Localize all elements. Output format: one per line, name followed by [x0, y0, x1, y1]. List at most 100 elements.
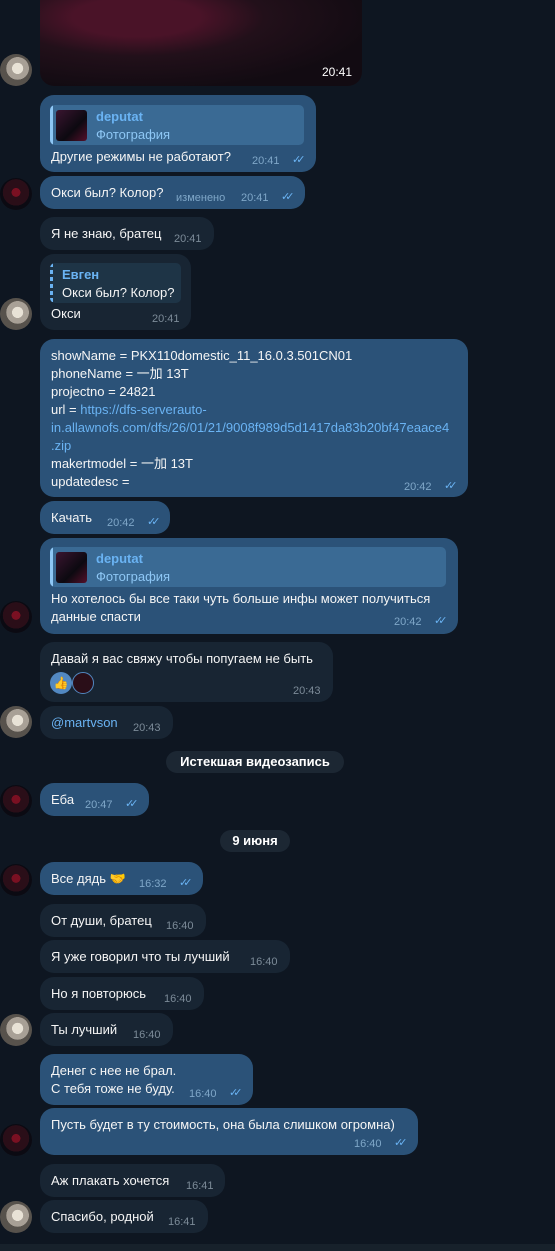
- message-text: Другие режимы не работают?: [51, 149, 231, 164]
- reply-author: Евген: [62, 267, 100, 282]
- message-bubble[interactable]: Пусть будет в ту стоимость, она была сли…: [40, 1108, 418, 1155]
- message-bubble[interactable]: От души, братец 16:40: [40, 904, 206, 937]
- message-line: Но хотелось бы все таки чуть больше инфы…: [51, 591, 431, 606]
- message-time: 16:40: [189, 1088, 217, 1100]
- double-check-icon: ✓✓: [147, 516, 161, 528]
- message-bubble[interactable]: Евген Окси был? Колор? Окси 20:41: [40, 254, 191, 330]
- message-bubble[interactable]: Денег с нее не брал. С тебя тоже не буду…: [40, 1054, 253, 1105]
- message-time: 20:41: [152, 313, 180, 325]
- edited-label: изменено: [176, 192, 226, 204]
- message-time: 16:40: [354, 1138, 382, 1150]
- avatar[interactable]: [0, 178, 32, 210]
- message-line: данные спасти: [51, 609, 141, 624]
- avatar[interactable]: [0, 1124, 32, 1156]
- message-time: 16:41: [186, 1180, 214, 1192]
- message-time: 20:41: [252, 155, 280, 167]
- message-bubble[interactable]: Качать 20:42 ✓✓: [40, 501, 170, 534]
- message-text: Аж плакать хочется: [51, 1173, 170, 1188]
- message-line: Денег с нее не брал.: [51, 1063, 177, 1078]
- message-bubble[interactable]: @martvson 20:43: [40, 706, 173, 739]
- message-time: 20:41: [174, 233, 202, 245]
- avatar[interactable]: [0, 1014, 32, 1046]
- url-link[interactable]: .zip: [51, 437, 71, 455]
- message-bubble[interactable]: Давай я вас свяжу чтобы попугаем не быть…: [40, 642, 333, 702]
- message-time: 16:40: [164, 993, 192, 1005]
- message-time: 20:43: [133, 722, 161, 734]
- message-line: makertmodel = 一加 13T: [51, 456, 193, 471]
- message-text: Пусть будет в ту стоимость, она была сли…: [51, 1117, 395, 1132]
- message-time: 20:42: [404, 481, 432, 493]
- message-bubble[interactable]: Ты лучший 16:40: [40, 1013, 173, 1046]
- message-text: Качать: [51, 510, 92, 525]
- message-text: Я уже говорил что ты лучший: [51, 949, 230, 964]
- message-text: Все дядь 🤝: [51, 871, 126, 886]
- reply-author: deputat: [96, 109, 143, 124]
- message-time: 16:40: [250, 956, 278, 968]
- avatar[interactable]: [0, 1201, 32, 1233]
- message-line: С тебя тоже не буду.: [51, 1081, 175, 1096]
- message-bubble[interactable]: Аж плакать хочется 16:41: [40, 1164, 225, 1197]
- message-line: updatedesc =: [51, 474, 130, 489]
- message-bubble[interactable]: Окси был? Колор? изменено 20:41 ✓✓: [40, 176, 305, 209]
- double-check-icon: ✓✓: [125, 798, 139, 810]
- double-check-icon: ✓✓: [444, 480, 458, 492]
- message-bubble[interactable]: Но я повторюсь 16:40: [40, 977, 204, 1010]
- message-line: phoneName = 一加 13T: [51, 366, 189, 381]
- message-bubble[interactable]: deputat Фотография Другие режимы не рабо…: [40, 95, 316, 172]
- message-text: Ты лучший: [51, 1022, 118, 1037]
- reply-preview[interactable]: deputat Фотография: [50, 547, 446, 587]
- message-time: 16:40: [133, 1029, 161, 1041]
- message-time: 20:41: [241, 192, 269, 204]
- message-text: Я не знаю, братец: [51, 226, 162, 241]
- message-text: Окси был? Колор?: [51, 185, 164, 200]
- reply-text: Окси был? Колор?: [62, 285, 175, 300]
- avatar[interactable]: [0, 864, 32, 896]
- message-text: От души, братец: [51, 913, 152, 928]
- message-time: 20:42: [107, 517, 135, 529]
- reply-preview[interactable]: deputat Фотография: [50, 105, 304, 145]
- message-bubble[interactable]: Я не знаю, братец 20:41: [40, 217, 214, 250]
- message-line: showName = PKX110domestic_11_16.0.3.501C…: [51, 348, 353, 363]
- avatar[interactable]: [0, 298, 32, 330]
- service-message: Истекшая видеозапись: [166, 751, 344, 773]
- composer-edge: [0, 1244, 555, 1251]
- reply-author: deputat: [96, 551, 143, 566]
- message-line: url = https://dfs-serverauto-: [51, 401, 207, 419]
- avatar[interactable]: [0, 54, 32, 86]
- message-time: 20:43: [293, 685, 321, 697]
- photo-thumbnail: [56, 110, 87, 141]
- message-time: 20:47: [85, 799, 113, 811]
- avatar[interactable]: [0, 706, 32, 738]
- message-bubble[interactable]: Спасибо, родной 16:41: [40, 1200, 208, 1233]
- message-time: 16:40: [166, 920, 194, 932]
- url-link[interactable]: in.allawnofs.com/dfs/26/01/21/9008f989d5…: [51, 419, 449, 437]
- avatar[interactable]: [0, 785, 32, 817]
- message-bubble[interactable]: Все дядь 🤝 16:32 ✓✓: [40, 862, 203, 895]
- reply-text: Фотография: [96, 569, 171, 584]
- double-check-icon: ✓✓: [281, 191, 295, 203]
- message-bubble[interactable]: Еба 20:47 ✓✓: [40, 783, 149, 816]
- message-bubble[interactable]: showName = PKX110domestic_11_16.0.3.501C…: [40, 339, 468, 497]
- photo-thumbnail: [56, 552, 87, 583]
- message-time: 16:41: [168, 1216, 196, 1228]
- avatar[interactable]: [0, 601, 32, 633]
- double-check-icon: ✓✓: [434, 615, 448, 627]
- url-link[interactable]: https://dfs-serverauto-: [80, 402, 206, 417]
- message-bubble[interactable]: deputat Фотография Но хотелось бы все та…: [40, 538, 458, 634]
- message-time: 16:32: [139, 878, 167, 890]
- message-time: 20:42: [394, 616, 422, 628]
- reaction-thumbs-up[interactable]: 👍: [50, 672, 72, 694]
- message-bubble[interactable]: Я уже говорил что ты лучший 16:40: [40, 940, 290, 973]
- message-text: Окси: [51, 306, 81, 321]
- double-check-icon: ✓✓: [394, 1137, 408, 1149]
- media-time: 20:41: [321, 65, 352, 79]
- double-check-icon: ✓✓: [292, 154, 306, 166]
- message-text: Еба: [51, 792, 75, 807]
- mention-link[interactable]: @martvson: [51, 714, 118, 732]
- media-thumbnail[interactable]: 20:41: [40, 0, 362, 86]
- date-separator: 9 июня: [220, 830, 290, 852]
- reply-preview[interactable]: Евген Окси был? Колор?: [50, 263, 181, 303]
- reply-text: Фотография: [96, 127, 171, 142]
- url-prefix: url =: [51, 402, 81, 417]
- double-check-icon: ✓✓: [179, 877, 193, 889]
